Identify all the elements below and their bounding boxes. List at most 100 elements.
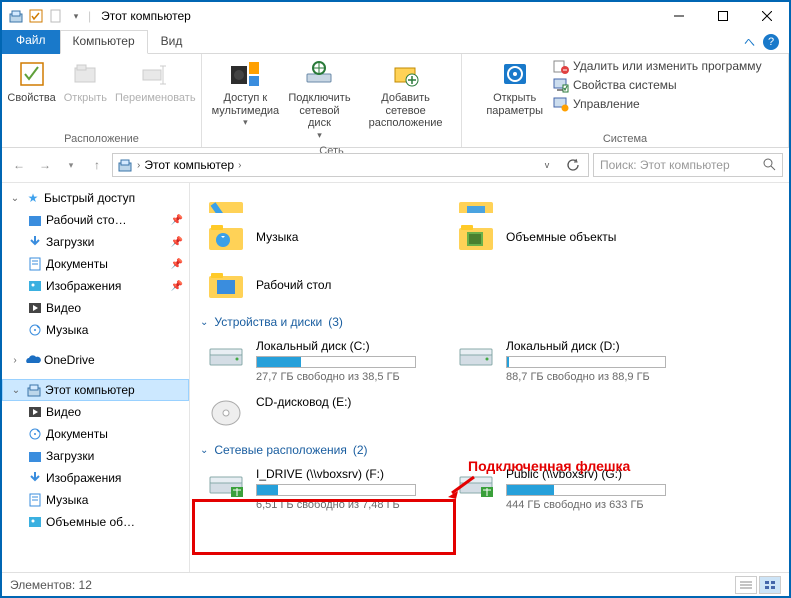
navigation-tree[interactable]: ⌄ ★ Быстрый доступ Рабочий сто…📌Загрузки… (2, 183, 190, 572)
tree-item[interactable]: Музыка (2, 319, 189, 341)
properties-button[interactable]: Свойства (3, 56, 59, 107)
nav-row: ← → ▾ ↑ › Этот компьютер › v (2, 148, 789, 182)
qat-new-icon[interactable] (48, 8, 64, 24)
folder-icon (26, 425, 44, 443)
refresh-button[interactable] (562, 154, 584, 176)
address-bar[interactable]: › Этот компьютер › v (112, 153, 589, 177)
folder-icon (204, 217, 248, 257)
folder-icon (26, 491, 44, 509)
tree-item[interactable]: Загрузки (2, 445, 189, 467)
tree-quick-access[interactable]: ⌄ ★ Быстрый доступ (2, 187, 189, 209)
tree-item[interactable]: Документы📌 (2, 253, 189, 275)
tree-item[interactable]: Рабочий сто…📌 (2, 209, 189, 231)
add-network-location-button[interactable]: Добавить сетевое расположение (356, 56, 455, 132)
tab-file[interactable]: Файл (2, 30, 60, 54)
folder-icon (454, 217, 498, 257)
help-icon[interactable]: ? (763, 34, 779, 50)
folder-icon (26, 211, 44, 229)
ribbon-group-system-label: Система (468, 131, 782, 147)
view-icons-button[interactable] (759, 576, 781, 594)
minimize-button[interactable] (657, 2, 701, 30)
map-network-drive-button[interactable]: Подключить сетевой диск ▾ (283, 56, 356, 143)
folder-icon (26, 277, 44, 295)
tree-item[interactable]: Изображения📌 (2, 275, 189, 297)
annotation-label: Подключенная флешка (468, 458, 630, 474)
tree-item[interactable]: Видео (2, 297, 189, 319)
folder-item[interactable]: Объемные объекты (450, 213, 700, 261)
search-input[interactable] (600, 158, 762, 172)
tree-item[interactable]: Музыка (2, 489, 189, 511)
drive-item[interactable]: Локальный диск (D:)88,7 ГБ свободно из 8… (450, 333, 700, 389)
search-icon[interactable] (762, 157, 776, 174)
network-drive-icon (204, 467, 248, 503)
qat-properties-icon[interactable] (28, 8, 44, 24)
view-details-button[interactable] (735, 576, 757, 594)
close-button[interactable] (745, 2, 789, 30)
rename-button[interactable]: Переименовать (111, 56, 200, 107)
manage-button[interactable]: Управление (551, 95, 764, 113)
folder-item[interactable]: Музыка (200, 213, 450, 261)
folder-item[interactable] (200, 187, 450, 213)
tree-onedrive[interactable]: › OneDrive (2, 349, 189, 371)
pin-icon: 📌 (171, 215, 189, 226)
tree-item[interactable]: Документы (2, 423, 189, 445)
app-icon (8, 8, 24, 24)
address-segment[interactable]: Этот компьютер (144, 158, 234, 172)
folder-icon (26, 513, 44, 531)
status-bar: Элементов: 12 (2, 572, 789, 596)
folder-icon (26, 255, 44, 273)
tree-item[interactable]: Видео (2, 401, 189, 423)
annotation-arrow-icon (446, 475, 476, 499)
folder-icon (26, 299, 44, 317)
back-button[interactable]: ← (8, 153, 30, 177)
maximize-button[interactable] (701, 2, 745, 30)
drive-item[interactable]: Локальный диск (C:)27,7 ГБ свободно из 3… (200, 333, 450, 389)
folder-icon (26, 469, 44, 487)
tree-item[interactable]: Объемные об… (2, 511, 189, 533)
folder-item[interactable]: Рабочий стол (200, 261, 450, 309)
system-properties-button[interactable]: Свойства системы (551, 76, 764, 94)
tree-item[interactable]: Изображения (2, 467, 189, 489)
ribbon-tabs: Файл Компьютер Вид へ ? (2, 30, 789, 54)
uninstall-program-button[interactable]: Удалить или изменить программу (551, 57, 764, 75)
open-button[interactable]: Открыть (60, 56, 111, 107)
annotation-highlight (192, 499, 456, 555)
folder-icon (26, 233, 44, 251)
pin-icon: 📌 (171, 281, 189, 292)
media-access-button[interactable]: Доступ к мультимедиа ▾ (208, 56, 283, 130)
content-pane[interactable]: МузыкаОбъемные объекты Рабочий стол ⌄ Ус… (190, 183, 789, 572)
address-icon (117, 157, 133, 173)
star-icon: ★ (24, 189, 42, 207)
status-item-count: Элементов: 12 (10, 578, 92, 592)
tree-item[interactable]: Загрузки📌 (2, 231, 189, 253)
group-header-devices[interactable]: ⌄ Устройства и диски (3) (200, 309, 779, 333)
qat-dropdown-icon[interactable]: ▾ (68, 8, 84, 24)
folder-icon (26, 447, 44, 465)
drive-icon (454, 339, 498, 375)
open-settings-button[interactable]: Открыть параметры (482, 56, 547, 119)
tab-view[interactable]: Вид (148, 30, 196, 54)
up-button[interactable]: ↑ (86, 153, 108, 177)
folder-icon (26, 403, 44, 421)
tab-computer[interactable]: Компьютер (60, 30, 148, 54)
chevron-down-icon: ⌄ (200, 317, 208, 328)
titlebar: ▾ | Этот компьютер (2, 2, 789, 30)
forward-button[interactable]: → (34, 153, 56, 177)
collapse-ribbon-icon[interactable]: へ (744, 34, 755, 50)
computer-icon (25, 381, 43, 399)
search-box[interactable] (593, 153, 783, 177)
folder-item[interactable] (450, 187, 700, 213)
drive-item[interactable]: CD-дисковод (E:) (200, 389, 450, 437)
tree-this-pc[interactable]: ⌄ Этот компьютер (2, 379, 189, 401)
drive-icon (204, 339, 248, 375)
explorer-window: ▾ | Этот компьютер Файл Компьютер Вид へ … (0, 0, 791, 598)
chevron-down-icon: ⌄ (200, 445, 208, 456)
ribbon: Свойства Открыть Переименовать Расположе… (2, 54, 789, 148)
pin-icon: 📌 (171, 237, 189, 248)
drive-icon (204, 395, 248, 431)
folder-icon (26, 321, 44, 339)
recent-dropdown[interactable]: ▾ (60, 153, 82, 177)
window-title: Этот компьютер (95, 9, 191, 23)
address-dropdown-icon[interactable]: v (536, 154, 558, 176)
pin-icon: 📌 (171, 259, 189, 270)
